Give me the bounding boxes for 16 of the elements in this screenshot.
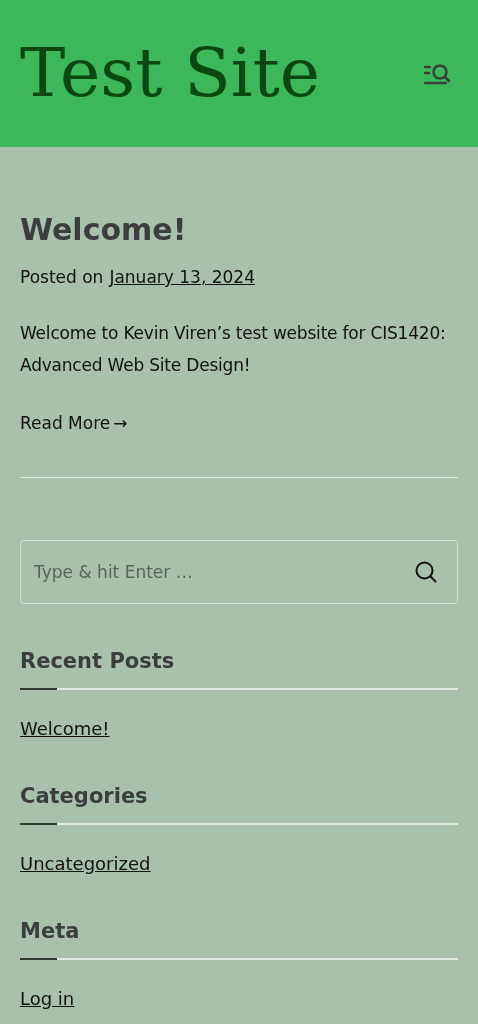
title-accent-bar bbox=[20, 823, 57, 825]
widget-link[interactable]: Welcome! bbox=[20, 717, 110, 741]
post-excerpt: Welcome to Kevin Viren’s test website for CIS1420: Advanced Web Site Design! bbox=[20, 322, 447, 377]
widget-title: Categories bbox=[20, 783, 149, 809]
post-title: Welcome! bbox=[20, 211, 188, 249]
post-date-link[interactable]: January 13, 2024 bbox=[109, 265, 255, 289]
widget-title: Recent Posts bbox=[20, 648, 176, 674]
search-icon[interactable] bbox=[415, 561, 437, 583]
title-accent-bar bbox=[20, 688, 57, 690]
widget-link[interactable]: Log in bbox=[20, 987, 75, 1011]
widget-title: Meta bbox=[20, 918, 81, 944]
search-field[interactable]: Type & hit Enter … bbox=[20, 540, 458, 604]
posted-on-label: Posted on bbox=[20, 266, 104, 289]
title-accent-bar bbox=[20, 958, 57, 960]
read-more-link[interactable]: Read More → bbox=[20, 411, 128, 435]
widget-link[interactable]: Uncategorized bbox=[20, 852, 151, 876]
